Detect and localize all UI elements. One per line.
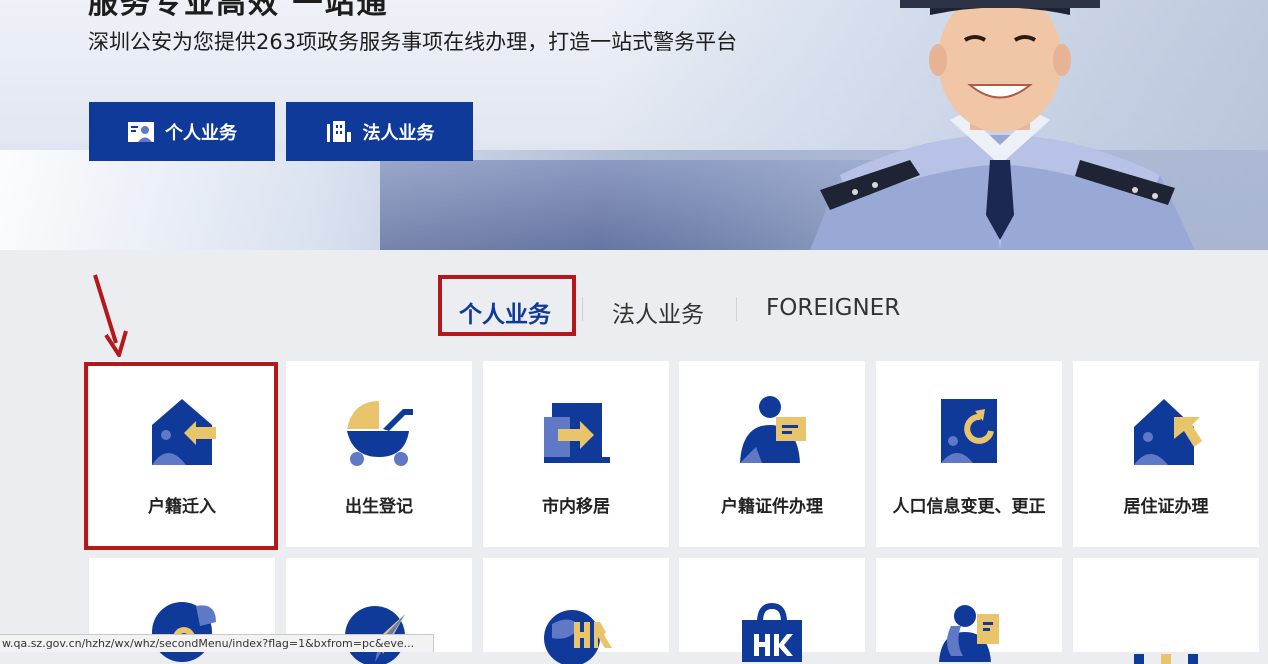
personal-business-button[interactable]: 个人业务 — [89, 102, 275, 161]
service-tile-row2-4[interactable] — [679, 558, 865, 662]
service-label: 居住证办理 — [1123, 497, 1209, 517]
corporate-business-label: 法人业务 — [362, 122, 435, 144]
corporate-business-button[interactable]: 法人业务 — [286, 102, 473, 161]
building-icon — [325, 120, 353, 144]
hk-bag-icon — [742, 602, 802, 662]
tab-corporate[interactable]: 法人业务 — [612, 295, 704, 329]
hk-globe-icon — [544, 610, 612, 664]
service-tile-row2-5[interactable] — [876, 558, 1062, 662]
location-pin-icon — [152, 602, 216, 662]
tab-divider — [582, 297, 583, 321]
person-card-icon — [740, 396, 806, 463]
service-label: 出生登记 — [345, 497, 413, 517]
service-label: 人口信息变更、更正 — [892, 497, 1046, 517]
door-arrow-icon — [544, 403, 610, 463]
personal-business-label: 个人业务 — [165, 122, 237, 144]
person-document-icon — [939, 605, 999, 662]
service-tile-birth-registration[interactable]: 出生登记 — [286, 361, 472, 547]
baby-stroller-icon — [347, 401, 413, 466]
paper-plane-icon — [345, 606, 405, 664]
service-tile-row2-more[interactable] — [1073, 558, 1259, 664]
service-tile-row2-3[interactable] — [483, 558, 669, 664]
service-tile-hukou-documents[interactable]: 户籍证件办理 — [679, 361, 865, 547]
police-officer-image — [810, 0, 1195, 250]
hero-banner: 服务专业高效 一站通 深圳公安为您提供263项政务服务事项在线办理，打造一站式警… — [0, 0, 1268, 250]
service-tile-residence-permit[interactable]: 居住证办理 — [1073, 361, 1259, 547]
service-tile-population-info-change[interactable]: 人口信息变更、更正 — [876, 361, 1062, 547]
browser-status-url: w.qa.sz.gov.cn/hzhz/wx/whz/secondMenu/in… — [0, 634, 434, 652]
hero-title: 服务专业高效 一站通 — [88, 0, 389, 21]
service-label: 市内移居 — [542, 497, 610, 517]
person-card-icon — [127, 121, 155, 143]
clipboard-refresh-icon — [941, 399, 997, 463]
selected-tile-highlight — [84, 362, 278, 550]
tab-personal[interactable]: 个人业务 — [459, 295, 551, 329]
service-tabs: 个人业务 法人业务 FOREIGNER — [0, 275, 1268, 339]
service-label: 户籍证件办理 — [721, 497, 823, 517]
tab-divider — [736, 297, 737, 321]
house-pointer-icon — [1134, 399, 1202, 465]
red-arrow-annotation — [93, 274, 128, 357]
service-tile-intra-city-relocation[interactable]: 市内移居 — [483, 361, 669, 547]
tab-foreigner[interactable]: FOREIGNER — [766, 295, 900, 321]
hero-subtitle: 深圳公安为您提供263项政务服务事项在线办理，打造一站式警务平台 — [88, 30, 738, 54]
more-dots-icon — [1134, 654, 1198, 664]
